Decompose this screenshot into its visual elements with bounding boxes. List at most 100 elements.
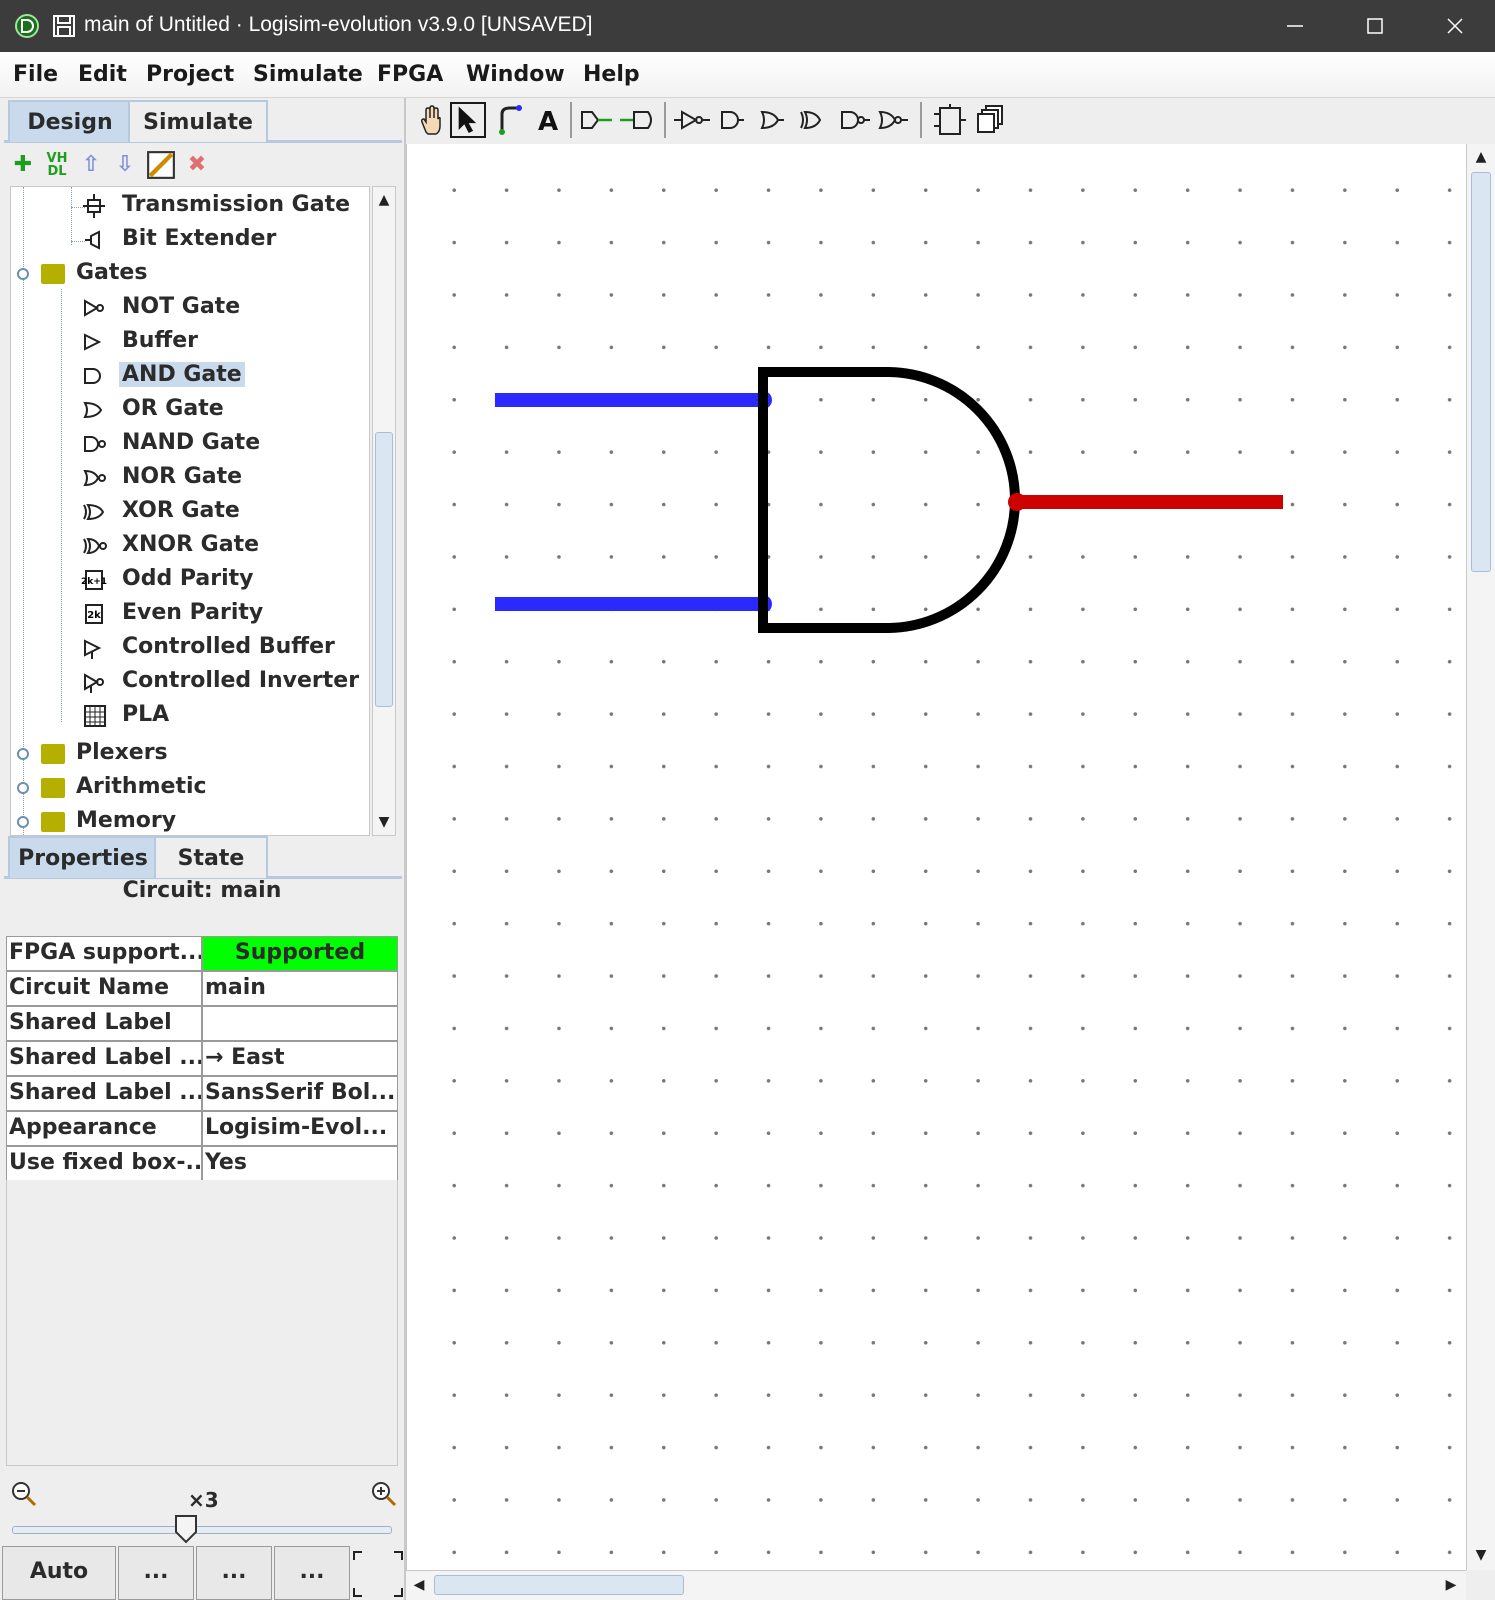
svg-text:2k+1: 2k+1 — [81, 577, 107, 587]
text-tool-icon[interactable]: A — [530, 102, 566, 138]
explorer-tabs: Design Simulate — [4, 100, 404, 142]
tab-design[interactable]: Design — [8, 100, 132, 142]
auto-button[interactable]: Auto — [2, 1546, 116, 1600]
menu-edit[interactable]: Edit — [78, 62, 127, 87]
tree-item-nand-gate[interactable]: NAND Gate — [81, 427, 369, 461]
zoom-out-icon[interactable] — [10, 1480, 38, 1508]
add-circuit-tool-icon[interactable] — [932, 102, 968, 138]
tree-folder-memory[interactable]: Memory — [13, 805, 363, 835]
tree-item-or-gate[interactable]: OR Gate — [81, 393, 369, 427]
buffer-icon — [84, 333, 102, 351]
tab-properties[interactable]: Properties — [8, 836, 158, 878]
controlled-inverter-icon — [84, 673, 104, 693]
menu-window[interactable]: Window — [466, 62, 565, 87]
scroll-up-icon[interactable]: ▲ — [1470, 146, 1492, 168]
circuit-canvas[interactable] — [406, 144, 1466, 1570]
close-button[interactable] — [1415, 0, 1495, 52]
tree-item-label: XNOR Gate — [122, 532, 260, 557]
poke-tool-icon[interactable] — [412, 102, 448, 138]
add-output-pin-icon[interactable] — [618, 102, 658, 138]
shared-label-value[interactable] — [202, 1006, 398, 1041]
edit-appearance-icon[interactable] — [146, 150, 176, 180]
toolbar-nand-gate-icon[interactable] — [836, 102, 872, 138]
output-pin[interactable] — [1008, 493, 1026, 511]
toolbar-or-gate-icon[interactable] — [754, 102, 790, 138]
tree-scrollbar[interactable]: ▲ ▼ — [372, 186, 396, 836]
hierarchy-tool-icon[interactable] — [972, 102, 1008, 138]
zoom-slider-thumb[interactable] — [174, 1514, 198, 1544]
move-up-icon[interactable]: ⇧ — [76, 150, 106, 180]
tree-item-nor-gate[interactable]: NOR Gate — [81, 461, 369, 495]
menu-file[interactable]: File — [13, 62, 58, 87]
fit-to-window-icon[interactable] — [352, 1550, 404, 1598]
scrollbar-thumb[interactable] — [1471, 172, 1491, 572]
tree-folder-gates[interactable]: Gates — [13, 257, 363, 291]
toolbar-xor-gate-icon[interactable] — [794, 102, 830, 138]
tree-item-even-parity[interactable]: 2k Even Parity — [81, 597, 369, 631]
property-row: FPGA support... Supported — [6, 936, 398, 971]
tree-item-xor-gate[interactable]: XOR Gate — [81, 495, 369, 529]
appearance-value[interactable]: Logisim-Evol... — [202, 1111, 398, 1146]
tree-item-label: NAND Gate — [122, 430, 261, 455]
scrollbar-thumb[interactable] — [375, 432, 393, 707]
shared-label-direction-value[interactable]: → East — [202, 1041, 398, 1076]
fixed-box-value[interactable]: Yes — [202, 1146, 398, 1181]
tree-item-controlled-inverter[interactable]: Controlled Inverter — [81, 665, 369, 699]
tree-item-pla[interactable]: PLA — [81, 699, 369, 733]
tree-folder-plexers[interactable]: Plexers — [13, 737, 363, 771]
tab-state[interactable]: State — [154, 836, 268, 878]
menu-simulate[interactable]: Simulate — [253, 62, 363, 87]
tree-item-not-gate[interactable]: NOT Gate — [81, 291, 369, 325]
scroll-down-icon[interactable]: ▼ — [373, 811, 395, 833]
tree-item-label: XOR Gate — [122, 498, 240, 523]
menu-fpga[interactable]: FPGA — [377, 62, 443, 87]
add-input-pin-icon[interactable] — [578, 102, 614, 138]
tree-item-xnor-gate[interactable]: XNOR Gate — [81, 529, 369, 563]
more-button-2[interactable]: ... — [196, 1546, 272, 1600]
expander-icon[interactable] — [17, 748, 29, 760]
scroll-right-icon[interactable]: ▶ — [1440, 1574, 1462, 1596]
save-icon[interactable] — [52, 14, 76, 38]
add-vhdl-icon[interactable]: VH DL — [42, 150, 72, 180]
scroll-down-icon[interactable]: ▼ — [1470, 1544, 1492, 1566]
scrollbar-thumb[interactable] — [434, 1575, 684, 1595]
scroll-left-icon[interactable]: ◀ — [408, 1574, 430, 1596]
tree-item-odd-parity[interactable]: 2k+1 Odd Parity — [81, 563, 369, 597]
and-gate-component[interactable] — [758, 367, 1020, 633]
toolbar-and-gate-icon[interactable] — [714, 102, 750, 138]
fpga-support-value[interactable]: Supported — [202, 936, 398, 971]
menu-help[interactable]: Help — [583, 62, 640, 87]
add-circuit-icon[interactable]: ✚ — [8, 150, 38, 180]
canvas-vertical-scrollbar[interactable]: ▲ ▼ — [1466, 144, 1495, 1570]
more-button-1[interactable]: ... — [118, 1546, 194, 1600]
expander-icon[interactable] — [17, 782, 29, 794]
menu-project[interactable]: Project — [146, 62, 234, 87]
tree-item-controlled-buffer[interactable]: Controlled Buffer — [81, 631, 369, 665]
expander-icon[interactable] — [17, 816, 29, 828]
shared-label-font-value[interactable]: SansSerif Bol... — [202, 1076, 398, 1111]
tab-simulate[interactable]: Simulate — [128, 100, 268, 142]
select-tool-icon[interactable] — [450, 102, 486, 138]
expander-icon[interactable] — [17, 268, 29, 280]
delete-icon[interactable]: ✖ — [182, 150, 212, 180]
circuit-name-value[interactable]: main — [202, 971, 398, 1006]
property-row: Shared Label — [6, 1006, 398, 1041]
zoom-slider[interactable] — [12, 1526, 392, 1534]
scroll-up-icon[interactable]: ▲ — [373, 189, 395, 211]
maximize-button[interactable] — [1335, 0, 1415, 52]
move-down-icon[interactable]: ⇩ — [110, 150, 140, 180]
toolbar-nor-gate-icon[interactable] — [874, 102, 910, 138]
tree-item-label: PLA — [122, 702, 170, 727]
menu-bar: File Edit Project Simulate FPGA Window H… — [0, 52, 1495, 98]
tree-item-transmission-gate[interactable]: Transmission Gate — [81, 189, 369, 223]
tree-item-buffer[interactable]: Buffer — [81, 325, 369, 359]
canvas-horizontal-scrollbar[interactable]: ◀ ▶ — [406, 1570, 1466, 1600]
tree-item-and-gate[interactable]: AND Gate — [81, 359, 369, 393]
tree-folder-arithmetic[interactable]: Arithmetic — [13, 771, 363, 805]
toolbar-not-gate-icon[interactable] — [674, 102, 710, 138]
minimize-button[interactable] — [1255, 0, 1335, 52]
zoom-in-icon[interactable] — [370, 1480, 398, 1508]
wiring-tool-icon[interactable] — [492, 102, 528, 138]
tree-item-bit-extender[interactable]: Bit Extender — [81, 223, 369, 257]
more-button-3[interactable]: ... — [274, 1546, 350, 1600]
